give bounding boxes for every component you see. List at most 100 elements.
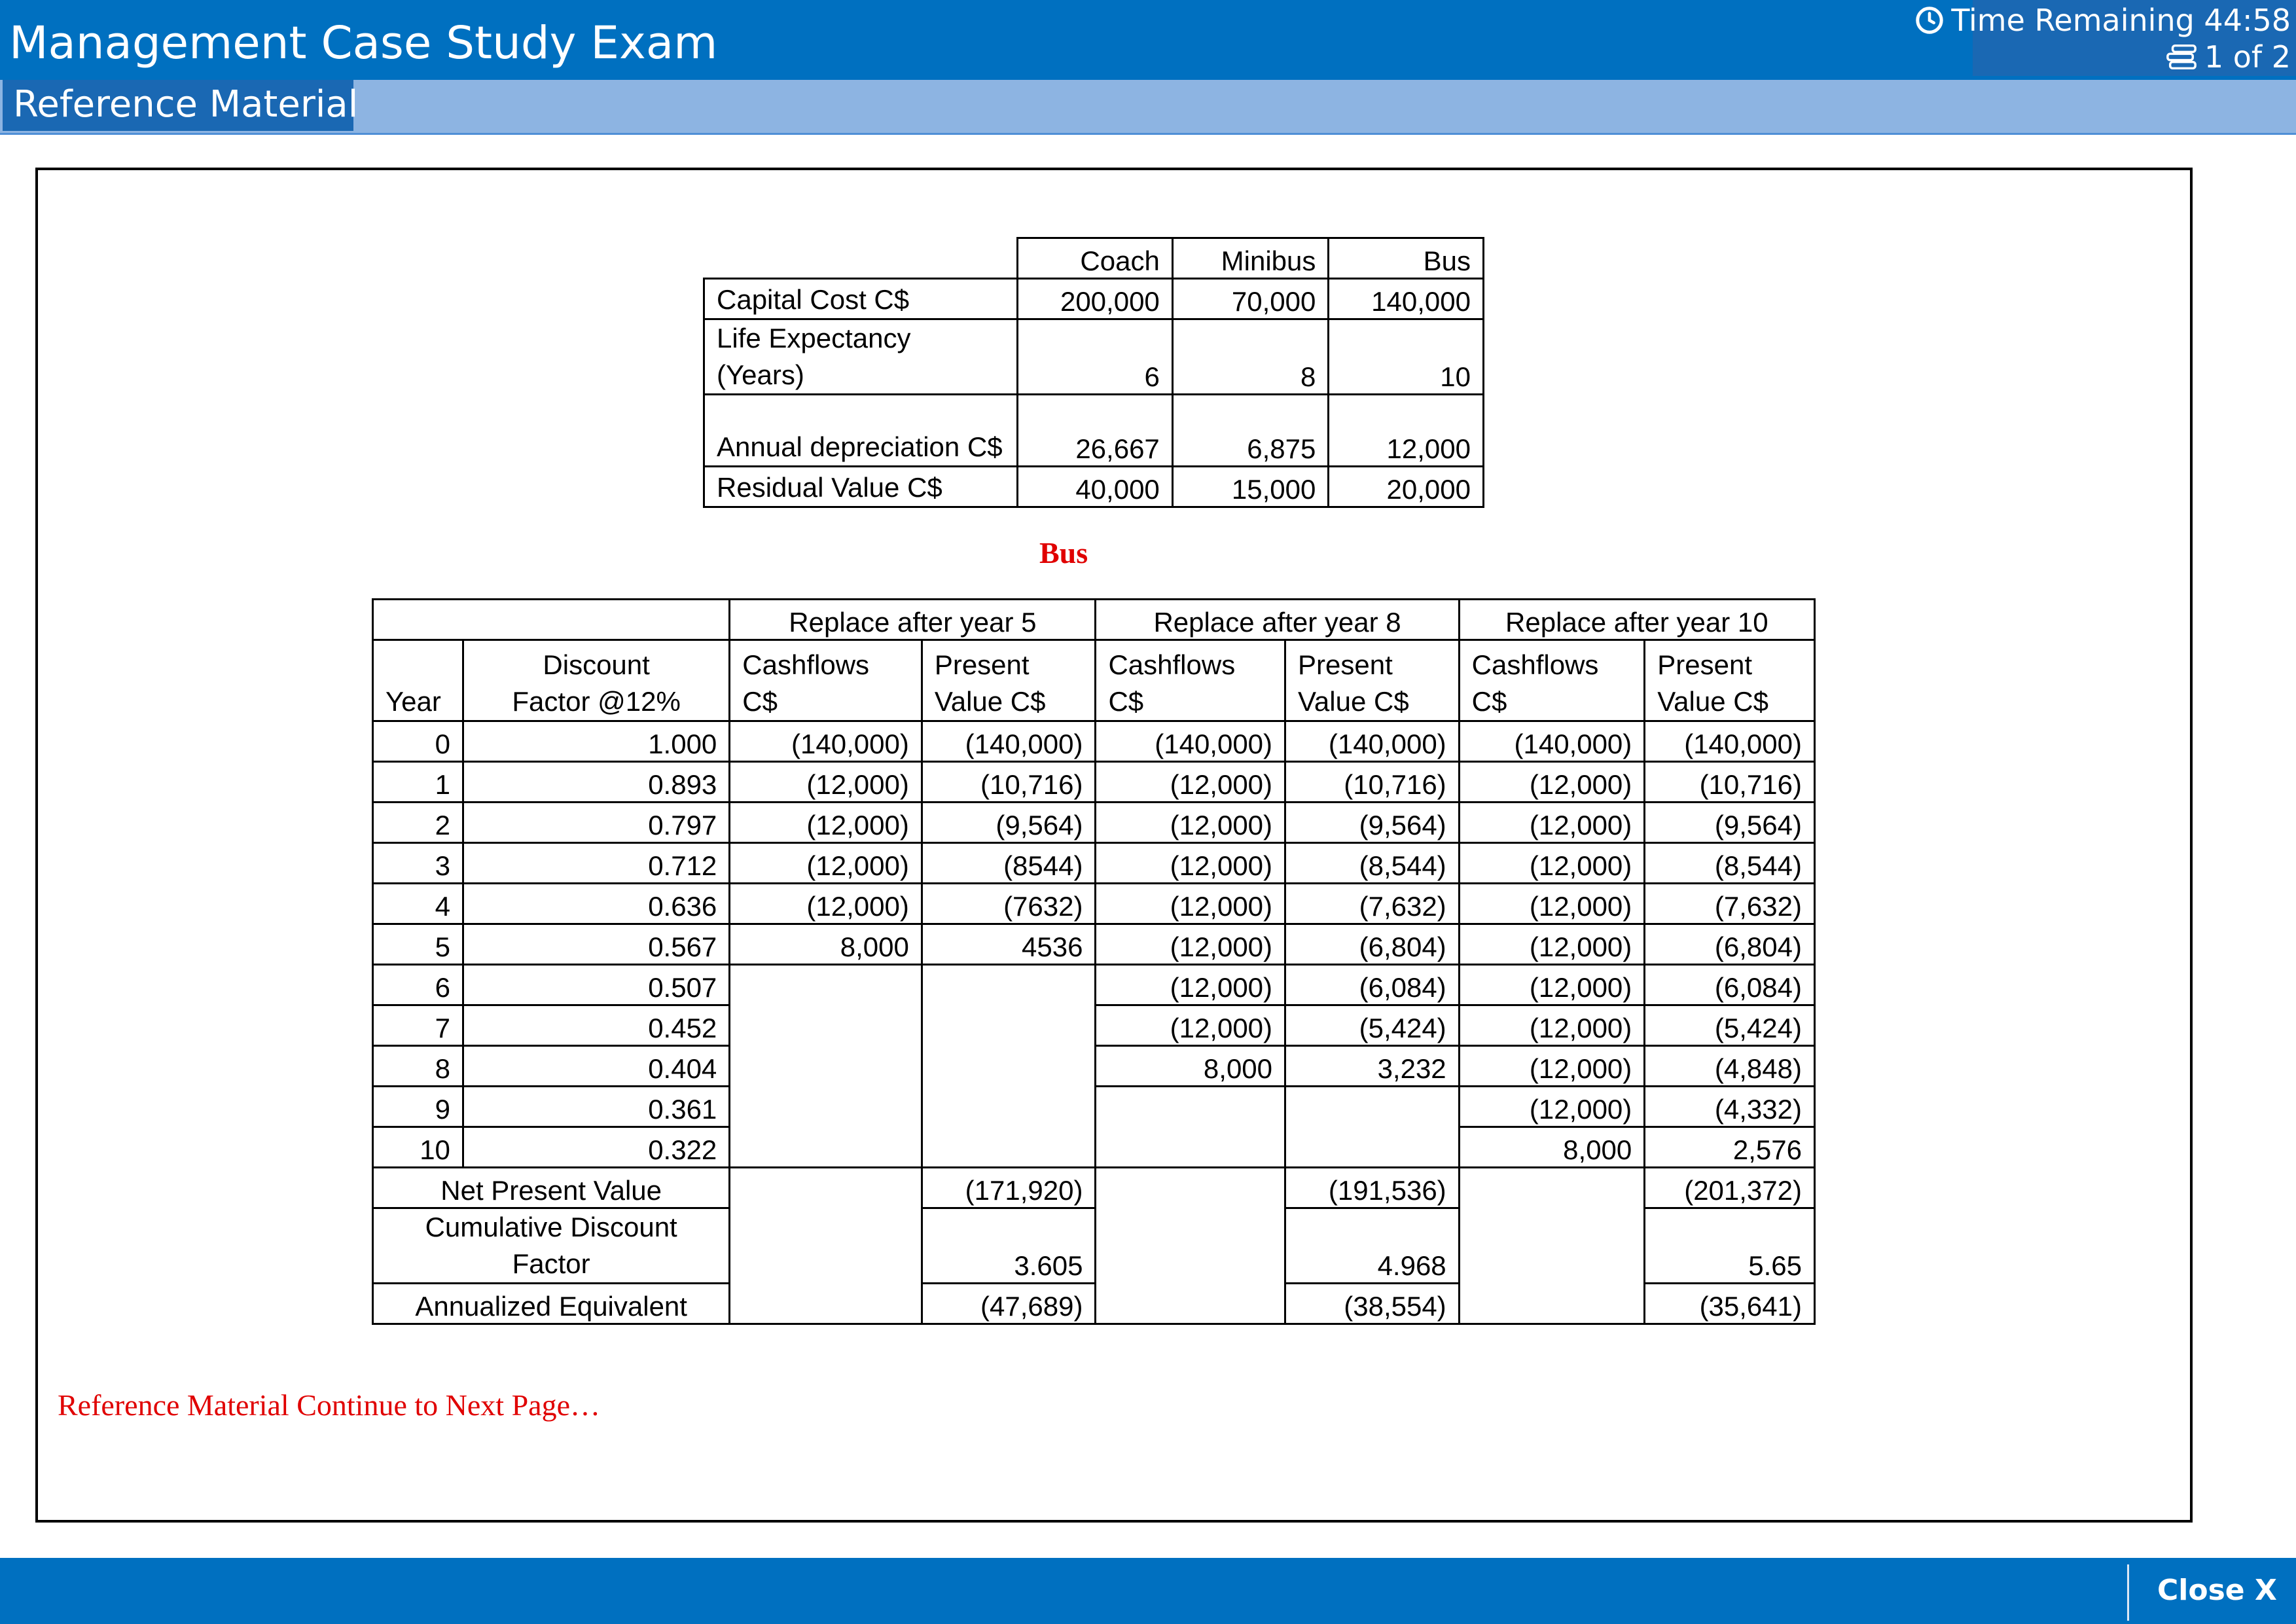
- column-header: Present Value C$: [1284, 639, 1460, 722]
- year-cell: 9: [372, 1085, 464, 1128]
- title-bar: Management Case Study Exam Time Remainin…: [0, 0, 2296, 80]
- bus-table-body: 0 1.000 (140,000) (140,000) (140,000) (140,00…: [372, 720, 1816, 1168]
- table-cell: (12,000): [1094, 964, 1287, 1006]
- empty-cell: [1458, 1166, 1646, 1208]
- time-remaining: Time Remaining 44:58: [1914, 3, 2291, 38]
- table-cell: (7632): [920, 882, 1097, 925]
- empty-cell: [728, 1166, 923, 1208]
- table-cell: 3.605: [920, 1207, 1097, 1284]
- table-cell: (12,000): [1458, 923, 1646, 965]
- column-header: Year: [372, 639, 464, 722]
- table-cell: [728, 964, 923, 1005]
- year-cell: 6: [372, 964, 464, 1006]
- bus-replacement-table: Replace after year 5 Replace after year …: [371, 598, 1816, 1325]
- table-cell: (6,804): [1284, 923, 1460, 965]
- column-header-row: Year Discount Factor @12% Cashflows C$ P…: [372, 639, 1816, 722]
- table-cell: 200,000: [1016, 278, 1174, 320]
- table-cell: (7,632): [1284, 882, 1460, 925]
- table-row: 3 0.712 (12,000) (8544) (12,000) (8,544) (12,0…: [372, 842, 1816, 884]
- close-button[interactable]: Close X: [2157, 1571, 2277, 1610]
- vehicle-comparison-table: Coach Minibus Bus Capital Cost C$ 200,00…: [702, 237, 1484, 508]
- table-cell: (140,000): [728, 720, 923, 763]
- year-cell: 10: [372, 1126, 464, 1168]
- column-header: Bus: [1327, 237, 1484, 280]
- table-row: 5 0.567 8,000 4536 (12,000) (6,804) (12,000) (6…: [372, 923, 1816, 965]
- table-cell: 8: [1171, 318, 1330, 395]
- empty-cell: [1458, 1208, 1646, 1284]
- table-cell: (171,920): [920, 1166, 1097, 1209]
- table-cell: [1284, 1085, 1460, 1127]
- empty-cell: [704, 238, 1018, 279]
- summary-label: Net Present Value: [371, 1166, 731, 1209]
- year-cell: 8: [372, 1045, 464, 1087]
- table-cell: 40,000: [1016, 465, 1174, 508]
- table-cell: 8,000: [1458, 1126, 1646, 1168]
- row-label: Annual depreciation C$: [702, 393, 1019, 467]
- table-cell: (6,084): [1284, 964, 1460, 1006]
- table-cell: 8,000: [728, 923, 923, 965]
- exam-title: Management Case Study Exam: [9, 17, 718, 69]
- table-cell: (12,000): [728, 761, 923, 803]
- table-cell: (12,000): [1458, 1045, 1646, 1087]
- column-header: Present Value C$: [1643, 639, 1816, 722]
- column-header: Coach: [1016, 237, 1174, 280]
- table-cell: [920, 1127, 1097, 1168]
- table-row: Residual Value C$ 40,000 15,000 20,000: [702, 465, 1484, 508]
- table-cell: (12,000): [728, 842, 923, 884]
- table-cell: 0.361: [461, 1085, 731, 1128]
- table-cell: 0.322: [461, 1126, 731, 1168]
- table-cell: [728, 1045, 923, 1087]
- table-cell: (47,689): [920, 1282, 1097, 1325]
- table-cell: 1.000: [461, 720, 731, 763]
- column-header: Discount Factor @12%: [461, 639, 731, 722]
- empty-cell: [1094, 1166, 1287, 1208]
- table-cell: (140,000): [1094, 720, 1287, 763]
- year-cell: 1: [372, 761, 464, 803]
- group-header-row: Replace after year 5 Replace after year …: [371, 598, 1816, 641]
- year-cell: 7: [372, 1004, 464, 1047]
- table-cell: (12,000): [1458, 1004, 1646, 1047]
- table-cell: 0.452: [461, 1004, 731, 1047]
- continue-note: Reference Material Continue to Next Page…: [58, 1388, 600, 1422]
- table-cell: [1094, 1085, 1287, 1127]
- table-cell: [728, 1005, 923, 1046]
- summary-label: Cumulative Discount Factor: [371, 1207, 731, 1284]
- table-cell: (201,372): [1643, 1166, 1816, 1209]
- table-cell: 15,000: [1171, 465, 1330, 508]
- table-cell: (38,554): [1284, 1282, 1460, 1325]
- tab-reference-material[interactable]: Reference Material: [3, 80, 358, 131]
- table-cell: (12,000): [1094, 801, 1287, 844]
- group-header: Replace after year 8: [1094, 598, 1460, 641]
- timer-panel: Time Remaining 44:58 1 of 2: [1916, 0, 2296, 76]
- empty-cell: [1094, 1283, 1287, 1325]
- table-cell: (140,000): [1643, 720, 1816, 763]
- table-cell: (9,564): [1284, 801, 1460, 844]
- table-cell: 3,232: [1284, 1045, 1460, 1087]
- table-cell: 70,000: [1171, 278, 1330, 320]
- table-cell: 0.893: [461, 761, 731, 803]
- summary-row: Cumulative Discount Factor 3.605 4.968 5…: [371, 1207, 1816, 1284]
- table-cell: (140,000): [920, 720, 1097, 763]
- table-cell: (12,000): [728, 801, 923, 844]
- table-row: 7 0.452 (12,000) (5,424) (12,000) (5,424): [372, 1004, 1816, 1047]
- table-cell: 4536: [920, 923, 1097, 965]
- year-cell: 3: [372, 842, 464, 884]
- row-label: Life Expectancy (Years): [702, 318, 1019, 395]
- table-row: 6 0.507 (12,000) (6,084) (12,000) (6,084): [372, 964, 1816, 1006]
- table-cell: (6,084): [1643, 964, 1816, 1006]
- table-cell: (35,641): [1643, 1282, 1816, 1325]
- table-cell: (7,632): [1643, 882, 1816, 925]
- table-cell: (10,716): [920, 761, 1097, 803]
- table-row: 8 0.404 8,000 3,232 (12,000) (4,848): [372, 1045, 1816, 1087]
- table-cell: (12,000): [1094, 761, 1287, 803]
- table-cell: [920, 1045, 1097, 1087]
- table-cell: 140,000: [1327, 278, 1484, 320]
- table-cell: (5,424): [1284, 1004, 1460, 1047]
- table-cell: 6: [1016, 318, 1174, 395]
- pages-icon: [2166, 44, 2197, 70]
- table-cell: (12,000): [1094, 842, 1287, 884]
- table-cell: (12,000): [1458, 882, 1646, 925]
- table-cell: (9,564): [1643, 801, 1816, 844]
- table-cell: 0.797: [461, 801, 731, 844]
- table-cell: (12,000): [1458, 1085, 1646, 1128]
